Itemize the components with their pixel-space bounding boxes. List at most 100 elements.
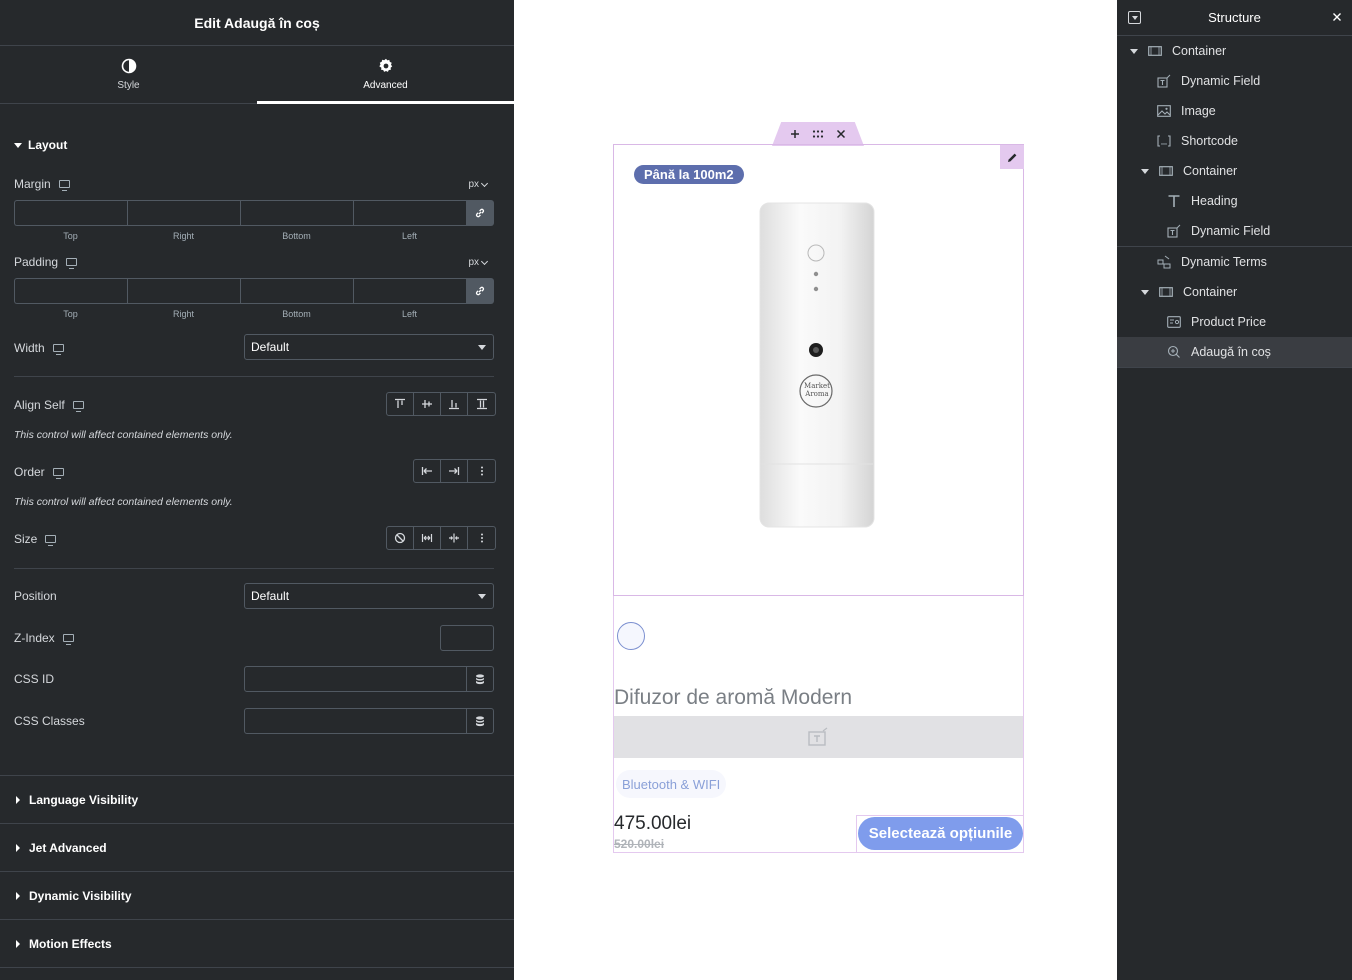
section-label: Dynamic Visibility: [29, 888, 132, 903]
margin-bottom-input[interactable]: [240, 200, 353, 226]
structure-toggle-icon[interactable]: [1128, 11, 1141, 24]
caret-right-icon: [16, 939, 20, 948]
select-options-button[interactable]: Selectează opțiunile: [858, 817, 1023, 850]
structure-item-add-to-cart[interactable]: Adaugă în coș: [1117, 337, 1352, 367]
margin-left-input[interactable]: [353, 200, 466, 226]
product-title[interactable]: Difuzor de aromă Modern: [614, 686, 852, 710]
margin-top-input[interactable]: [14, 200, 127, 226]
expand-arrow-icon[interactable]: [1141, 168, 1149, 174]
desktop-icon[interactable]: [52, 468, 64, 479]
css-classes-input[interactable]: [244, 708, 494, 734]
structure-item-label: Container: [1183, 285, 1238, 299]
section-label: Language Visibility: [29, 792, 139, 807]
css-id-input[interactable]: [244, 666, 494, 692]
size-none-button[interactable]: [387, 527, 414, 549]
size-label-text: Size: [14, 532, 38, 546]
position-select-value: Default: [251, 589, 290, 603]
padding-unit: px: [468, 257, 479, 268]
align-start-button[interactable]: [387, 393, 414, 415]
align-center-button[interactable]: [414, 393, 441, 415]
more-vertical-icon: [480, 466, 483, 476]
order-more-button[interactable]: [468, 460, 495, 482]
product-logo-text: Market Aroma: [804, 382, 830, 398]
order-end-button[interactable]: [441, 460, 468, 482]
structure-item-product-price[interactable]: Product Price: [1117, 307, 1352, 337]
desktop-icon[interactable]: [45, 535, 57, 546]
add-icon[interactable]: [790, 129, 800, 139]
structure-item-label: Product Price: [1191, 315, 1267, 329]
position-label-text: Position: [14, 589, 57, 603]
add-to-cart-icon: [1167, 345, 1181, 359]
layout-section-toggle[interactable]: Layout: [14, 138, 67, 152]
margin-right-input[interactable]: [127, 200, 240, 226]
css-id-label-text: CSS ID: [14, 672, 55, 686]
dynamic-field-placeholder[interactable]: [614, 716, 1023, 758]
tab-style-label: Style: [117, 80, 140, 91]
caret-down-icon: [14, 142, 22, 148]
position-select[interactable]: Default: [244, 583, 494, 609]
order-start-button[interactable]: [414, 460, 441, 482]
size-grow-button[interactable]: [414, 527, 441, 549]
database-icon: [476, 673, 484, 684]
structure-item-container[interactable]: Container: [1117, 156, 1352, 186]
shortcode-placeholder[interactable]: [617, 622, 645, 650]
padding-right-input[interactable]: [127, 278, 240, 304]
expand-arrow-icon[interactable]: [1141, 289, 1149, 295]
editor-panel: Edit Adaugă în coș Style Advanced Layout…: [0, 0, 514, 980]
z-index-input[interactable]: [440, 625, 494, 651]
structure-item-container[interactable]: Container: [1117, 36, 1352, 66]
desktop-icon[interactable]: [52, 344, 64, 355]
structure-item-label: Adaugă în coș: [1191, 345, 1271, 359]
padding-left-input[interactable]: [353, 278, 466, 304]
padding-unit-select[interactable]: px: [468, 257, 489, 268]
structure-item-dynamic-terms[interactable]: Dynamic Terms: [1117, 247, 1352, 277]
container-icon: [1159, 285, 1173, 299]
structure-item-container[interactable]: Container: [1117, 277, 1352, 307]
link-icon: [475, 286, 485, 296]
section-language-visibility[interactable]: Language Visibility: [0, 775, 514, 823]
section-dynamic-visibility[interactable]: Dynamic Visibility: [0, 871, 514, 919]
divider: [1117, 367, 1352, 368]
drag-handle-icon[interactable]: [812, 129, 824, 139]
desktop-icon[interactable]: [62, 634, 74, 645]
product-price: 475.00lei: [614, 813, 692, 834]
section-motion-effects[interactable]: Motion Effects: [0, 919, 514, 967]
padding-link-button[interactable]: [466, 278, 494, 304]
structure-item-dynamic-field[interactable]: Dynamic Field: [1117, 66, 1352, 96]
width-select[interactable]: Default: [244, 334, 494, 360]
align-end-button[interactable]: [441, 393, 468, 415]
desktop-icon[interactable]: [66, 258, 78, 269]
structure-item-dynamic-field[interactable]: Dynamic Field: [1117, 216, 1352, 246]
padding-top-input[interactable]: [14, 278, 127, 304]
edit-widget-button[interactable]: [1000, 145, 1024, 169]
structure-item-shortcode[interactable]: Shortcode: [1117, 126, 1352, 156]
section-jet-advanced[interactable]: Jet Advanced: [0, 823, 514, 871]
dynamic-tags-button[interactable]: [466, 667, 493, 691]
dynamic-tags-button[interactable]: [466, 709, 493, 733]
size-shrink-button[interactable]: [441, 527, 468, 549]
structure-item-heading[interactable]: Heading: [1117, 186, 1352, 216]
product-image[interactable]: [759, 202, 875, 528]
image-icon: [1157, 104, 1171, 118]
expand-arrow-icon[interactable]: [1130, 48, 1138, 54]
divider: [0, 967, 514, 968]
structure-item-label: Heading: [1191, 194, 1238, 208]
close-icon[interactable]: [1330, 10, 1344, 24]
desktop-icon[interactable]: [58, 180, 70, 191]
margin-link-button[interactable]: [466, 200, 494, 226]
size-more-button[interactable]: [468, 527, 495, 549]
margin-unit-select[interactable]: px: [468, 179, 489, 190]
size-buttons: [386, 526, 496, 550]
tab-advanced[interactable]: Advanced: [257, 46, 514, 104]
product-term-tag[interactable]: Bluetooth & WIFI: [616, 770, 727, 798]
tab-style[interactable]: Style: [0, 46, 257, 103]
structure-item-image[interactable]: Image: [1117, 96, 1352, 126]
container-icon: [1159, 164, 1173, 178]
side-label-bottom: Bottom: [282, 231, 311, 241]
structure-item-label: Container: [1183, 164, 1238, 178]
align-stretch-button[interactable]: [468, 393, 495, 415]
desktop-icon[interactable]: [72, 401, 84, 412]
align-top-icon: [395, 398, 405, 408]
padding-bottom-input[interactable]: [240, 278, 353, 304]
close-icon[interactable]: [836, 129, 846, 139]
